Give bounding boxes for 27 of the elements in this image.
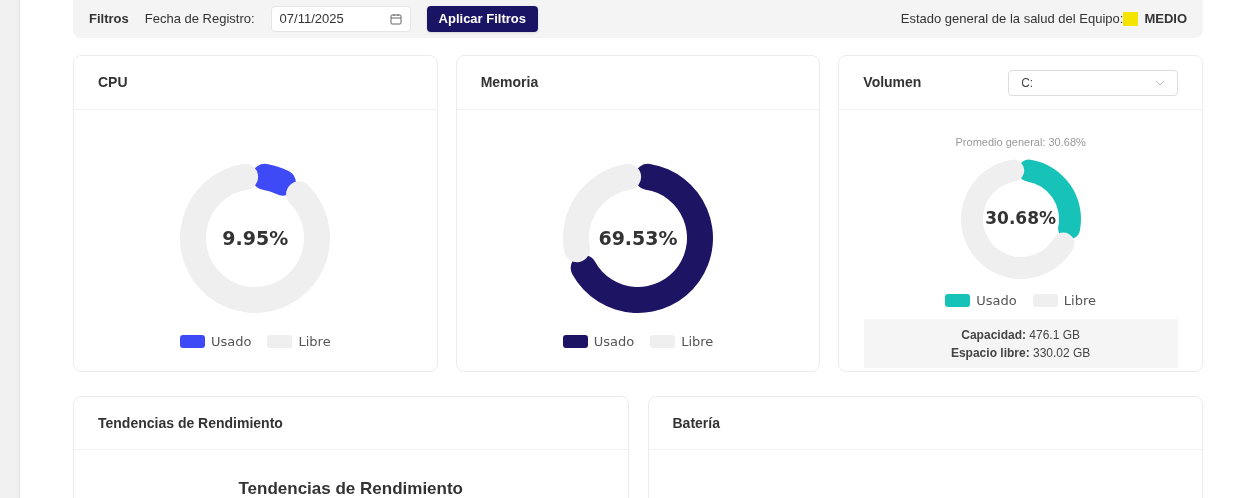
legend-label: Usado xyxy=(211,333,252,351)
legend-label: Libre xyxy=(1063,291,1096,310)
capacity-text: Capacidad: 476.1 GB xyxy=(961,326,1080,344)
card-title: Batería xyxy=(672,413,720,433)
legend-label: Libre xyxy=(298,333,331,351)
drive-select[interactable]: C: xyxy=(1008,69,1178,96)
card-title: Memoria xyxy=(480,73,539,92)
average-text: Promedio general: 30.68% xyxy=(955,135,1086,150)
donut-center-value: 69.53% xyxy=(598,225,678,251)
apply-filters-button[interactable]: Aplicar Filtros xyxy=(426,6,538,32)
chart-title: Tendencias de Rendimiento xyxy=(238,478,463,498)
date-label: Fecha de Registro: xyxy=(144,10,255,29)
chevron-down-icon xyxy=(1155,79,1165,86)
health-value: MEDIO xyxy=(1144,10,1187,29)
card-title: Volumen xyxy=(863,73,923,92)
legend-label: Usado xyxy=(593,333,635,351)
calendar-icon xyxy=(389,13,402,25)
card-title: CPU xyxy=(98,73,128,92)
legend-label: Libre xyxy=(681,333,714,351)
card-title: Tendencias de Rendimiento xyxy=(98,413,283,433)
legend-label: Usado xyxy=(976,291,1017,310)
donut-center-value: 30.68% xyxy=(985,206,1057,230)
date-field[interactable]: 07/11/2025 xyxy=(270,6,411,32)
donut-center-value: 9.95% xyxy=(222,225,289,251)
free-space-text: Espacio libre: 330.02 GB xyxy=(950,344,1091,362)
filters-title: Filtros xyxy=(89,10,129,29)
health-label: Estado general de la salud del Equipo: xyxy=(900,10,1124,29)
